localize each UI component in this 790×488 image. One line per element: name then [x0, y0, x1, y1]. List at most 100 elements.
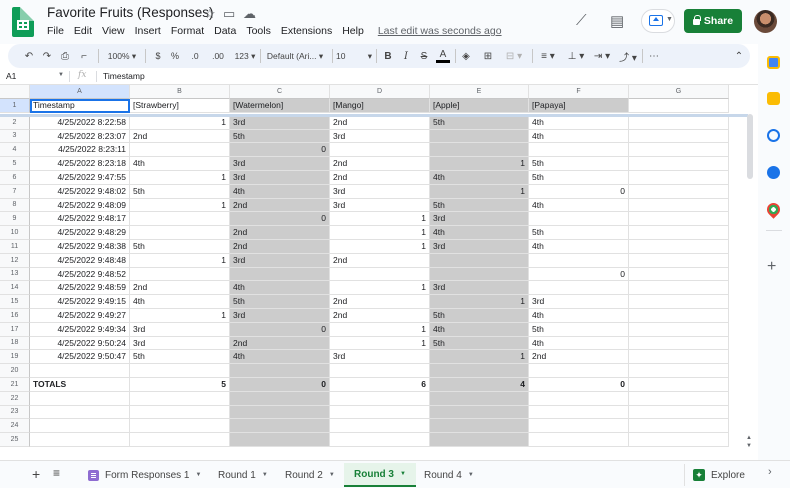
grid-cell[interactable]: 4th [230, 281, 330, 296]
grid-cell[interactable]: 5th [230, 295, 330, 309]
grid-cell[interactable]: 5th [430, 309, 529, 323]
grid-cell[interactable] [629, 253, 729, 268]
row-header[interactable]: 17 [0, 322, 30, 337]
grid-cell[interactable]: 3rd [330, 129, 430, 144]
grid-cell[interactable]: 4th [529, 129, 629, 144]
grid-cell[interactable]: 0 [529, 267, 629, 282]
frozen-row-divider[interactable] [0, 114, 748, 117]
grid-cell[interactable] [430, 405, 529, 420]
grid-cell[interactable] [629, 433, 729, 447]
grid-cell[interactable]: 1 [330, 212, 430, 227]
column-header-g[interactable]: G [629, 85, 729, 99]
cloud-status-icon[interactable]: ☁ [243, 6, 256, 22]
row-header[interactable]: 18 [0, 336, 30, 351]
undo-icon[interactable]: ↶ [22, 48, 36, 64]
document-title[interactable]: Favorite Fruits (Responses) [47, 5, 214, 20]
grid-cell[interactable]: 2nd [330, 171, 430, 185]
grid-cell[interactable] [430, 391, 529, 406]
collapse-menus-icon[interactable]: ⌃ [732, 48, 746, 64]
grid-cell[interactable]: 6 [330, 378, 430, 392]
horizontal-align-icon[interactable]: ≡ ▾ [536, 48, 560, 64]
grid-cell[interactable]: 3rd [430, 212, 529, 227]
grid-cell[interactable]: 3rd [230, 253, 330, 268]
borders-icon[interactable]: ⊞ [481, 48, 495, 64]
name-box-dropdown-icon[interactable]: ▼ [58, 72, 64, 78]
grid-cell[interactable]: 3rd [529, 295, 629, 309]
grid-cell[interactable]: 4/25/2022 9:48:09 [30, 198, 130, 213]
row-header[interactable]: 10 [0, 226, 30, 240]
star-icon[interactable]: ☆ [204, 6, 216, 22]
grid-cell[interactable]: 2nd [330, 115, 430, 130]
maps-icon[interactable] [764, 200, 783, 219]
grid-cell[interactable] [330, 143, 430, 158]
grid-cell[interactable] [529, 391, 629, 406]
menu-data[interactable]: Data [214, 25, 236, 37]
grid-cell[interactable] [629, 240, 729, 254]
grid-cell[interactable] [529, 143, 629, 158]
row-header[interactable]: 15 [0, 295, 30, 309]
grid-cell[interactable] [629, 405, 729, 420]
header-cell[interactable] [629, 99, 729, 113]
grid-cell[interactable]: 1 [330, 281, 430, 296]
grid-cell[interactable] [529, 419, 629, 434]
grid-cell[interactable]: 5th [529, 226, 629, 240]
column-header-f[interactable]: F [529, 85, 629, 99]
grid-cell[interactable]: 4/25/2022 9:49:27 [30, 309, 130, 323]
grid-cell[interactable]: 2nd [330, 295, 430, 309]
column-header-b[interactable]: B [130, 85, 230, 99]
row-header[interactable]: 21 [0, 378, 30, 392]
grid-cell[interactable]: 1 [330, 226, 430, 240]
menu-view[interactable]: View [102, 25, 125, 37]
grid-cell[interactable]: 5th [430, 115, 529, 130]
tab-round-3[interactable]: Round 3 ▼ [344, 463, 416, 487]
row-header[interactable]: 3 [0, 129, 30, 144]
grid-cell[interactable]: 3rd [230, 157, 330, 171]
header-cell[interactable]: Timestamp [30, 99, 130, 113]
move-folder-icon[interactable]: ▭ [223, 6, 235, 22]
tab-round-1[interactable]: Round 1 ▼ [210, 463, 276, 487]
grid-cell[interactable]: 0 [230, 143, 330, 158]
grid-cell[interactable] [629, 391, 729, 406]
header-cell[interactable]: [Strawberry] [130, 99, 230, 113]
print-icon[interactable]: ⎙ [58, 48, 72, 64]
vertical-scrollbar[interactable] [747, 114, 753, 179]
vertical-align-icon[interactable]: ⊥ ▾ [564, 48, 588, 64]
menu-extensions[interactable]: Extensions [281, 25, 332, 37]
header-cell[interactable]: [Apple] [430, 99, 529, 113]
grid-cell[interactable]: 3rd [430, 240, 529, 254]
grid-cell[interactable]: 2nd [529, 350, 629, 365]
grid-cell[interactable]: 4th [430, 322, 529, 337]
strikethrough-button[interactable]: S [418, 48, 430, 64]
grid-cell[interactable] [629, 295, 729, 309]
grid-cell[interactable]: 2nd [230, 336, 330, 351]
tasks-icon[interactable] [767, 129, 780, 142]
menu-format[interactable]: Format [171, 25, 204, 37]
row-header[interactable]: 24 [0, 419, 30, 434]
column-header-d[interactable]: D [330, 85, 430, 99]
row-header[interactable]: 1 [0, 99, 30, 113]
expand-side-panel-icon[interactable]: › [768, 466, 772, 478]
share-button[interactable]: Share [684, 9, 742, 33]
grid-cell[interactable] [529, 433, 629, 447]
row-header[interactable]: 16 [0, 309, 30, 323]
menu-edit[interactable]: Edit [74, 25, 92, 37]
grid-cell[interactable] [529, 281, 629, 296]
header-cell[interactable]: [Papaya] [529, 99, 629, 113]
grid-cell[interactable]: 0 [529, 378, 629, 392]
tab-round-4[interactable]: Round 4 ▼ [416, 463, 482, 487]
font-size-select[interactable]: 10 ▾ [336, 48, 372, 64]
grid-cell[interactable]: 4/25/2022 8:23:11 [30, 143, 130, 158]
grid-cell[interactable] [230, 267, 330, 282]
add-sheet-icon[interactable]: + [32, 466, 40, 482]
grid-cell[interactable] [629, 336, 729, 351]
scroll-arrows-icon[interactable]: ▲ ▼ [746, 434, 752, 450]
currency-format-button[interactable]: $ [152, 48, 164, 64]
grid-cell[interactable]: 1 [130, 309, 230, 323]
grid-cell[interactable] [130, 391, 230, 406]
grid-cell[interactable]: 1 [130, 171, 230, 185]
more-options-icon[interactable]: ⋯ [646, 48, 662, 64]
font-family-select[interactable]: Default (Ari... ▾ [262, 48, 328, 64]
italic-button[interactable]: I [400, 48, 412, 64]
grid-cell[interactable] [130, 143, 230, 158]
grid-cell[interactable]: 2nd [230, 226, 330, 240]
